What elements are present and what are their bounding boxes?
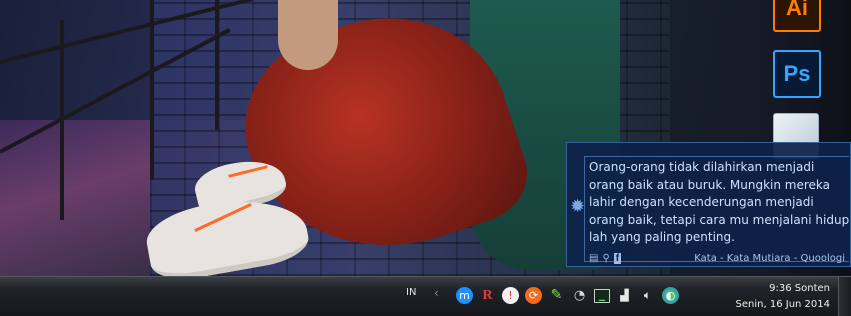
illustrator-icon[interactable]: Ai — [773, 0, 821, 32]
quote-notification[interactable]: ✹ Orang-orang tidak dilahirkan menjadi o… — [566, 142, 851, 267]
app-m-icon[interactable]: m — [456, 287, 473, 304]
pencil-icon[interactable]: ✎ — [548, 287, 565, 304]
network-icon[interactable]: ▟ — [616, 287, 633, 304]
wallpaper-railing — [150, 0, 154, 180]
illustrator-icon-label: Ai — [786, 0, 808, 20]
clock-date: Senin, 16 Jun 2014 — [735, 299, 830, 310]
facebook-icon[interactable]: f — [613, 253, 622, 264]
quote-text: Orang-orang tidak dilahirkan menjadi ora… — [589, 160, 850, 244]
quote-source[interactable]: Kata - Kata Mutiara - Quoologi — [694, 253, 845, 264]
globe-icon[interactable]: ◐ — [662, 287, 679, 304]
language-indicator[interactable]: IN — [406, 287, 416, 298]
notification-actions: ▤ ⚲ f — [589, 253, 622, 264]
search-icon[interactable]: ⚲ — [602, 253, 609, 264]
document-icon[interactable]: ▤ — [589, 253, 598, 264]
system-clock[interactable]: 9:36 Sonten Senin, 16 Jun 2014 — [730, 281, 830, 313]
wallpaper-railing — [60, 20, 64, 220]
tray-overflow-chevron-icon[interactable]: ‹ — [434, 286, 439, 300]
system-tray: m R ! ⟳ ✎ ◔ ▁ ▟ 🔈︎ ◐ — [456, 287, 679, 304]
wallpaper-railing — [215, 0, 219, 130]
clock-time: 9:36 Sonten — [769, 283, 830, 294]
sync-icon[interactable]: ◔ — [571, 287, 588, 304]
show-desktop-button[interactable] — [838, 277, 851, 316]
update-icon[interactable]: ⟳ — [525, 287, 542, 304]
app-r-icon[interactable]: R — [479, 287, 496, 304]
photoshop-icon-label: Ps — [783, 61, 811, 86]
photoshop-icon[interactable]: Ps — [773, 50, 821, 98]
taskbar: IN ‹ m R ! ⟳ ✎ ◔ ▁ ▟ 🔈︎ ◐ 9:36 Sonten Se… — [0, 276, 851, 316]
wallpaper-figure-arm — [278, 0, 338, 70]
gear-icon[interactable]: ✹ — [570, 198, 585, 216]
volume-icon[interactable]: 🔈︎ — [639, 287, 656, 304]
chat-icon[interactable]: ! — [502, 287, 519, 304]
monitor-icon[interactable]: ▁ — [594, 289, 610, 303]
